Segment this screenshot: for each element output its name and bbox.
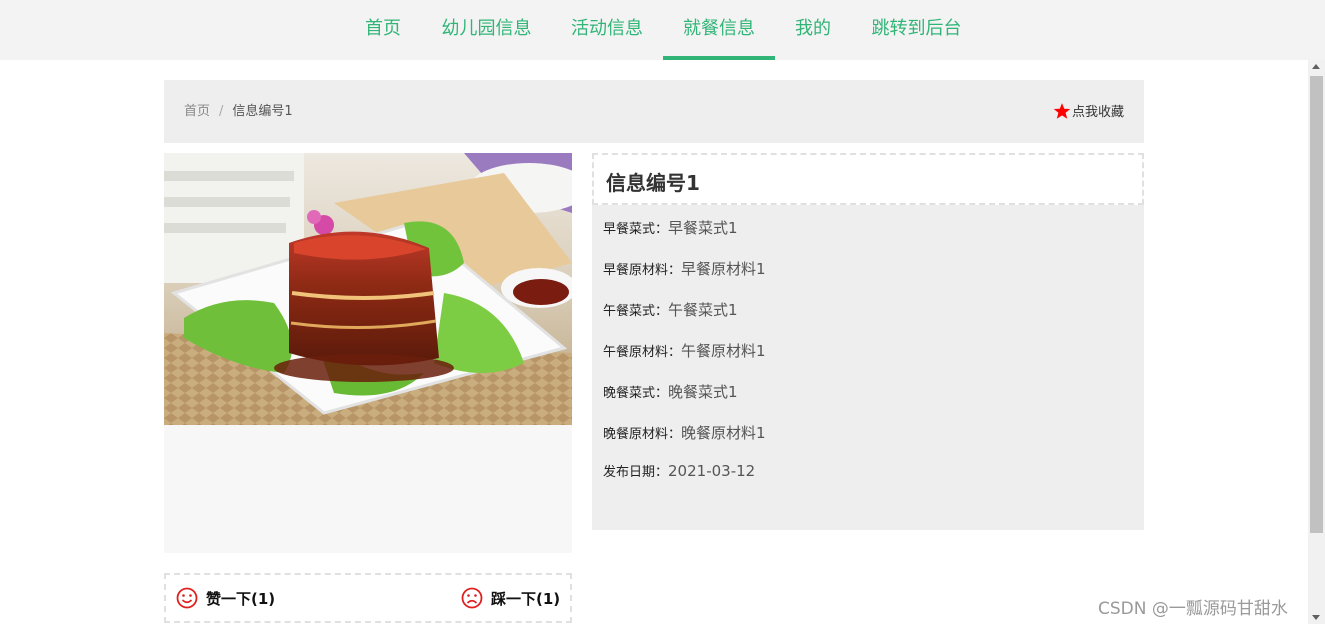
field-row: 早餐原材料：早餐原材料1 xyxy=(603,258,766,279)
field-row: 早餐菜式：早餐菜式1 xyxy=(603,217,738,238)
vertical-scrollbar[interactable] xyxy=(1308,60,1325,624)
field-row: 晚餐原材料：晚餐原材料1 xyxy=(603,422,766,443)
like-button[interactable]: 赞一下(1) xyxy=(176,587,275,611)
nav-item-dining-info[interactable]: 就餐信息 xyxy=(663,0,775,60)
field-row: 发布日期：2021-03-12 xyxy=(603,461,755,480)
field-label: 晚餐原材料： xyxy=(603,427,682,442)
detail-panel: 信息编号1 早餐菜式：早餐菜式1 早餐原材料：早餐原材料1 午餐菜式：午餐菜式1… xyxy=(592,153,1144,530)
field-row: 午餐菜式：午餐菜式1 xyxy=(603,299,738,320)
dislike-label: 踩一下(1) xyxy=(491,590,561,608)
field-value: 晚餐原材料1 xyxy=(681,424,766,442)
field-value: 午餐原材料1 xyxy=(681,342,766,360)
smile-icon xyxy=(176,587,198,609)
frown-icon xyxy=(461,587,483,609)
favorite-label: 点我收藏 xyxy=(1071,105,1124,120)
watermark: CSDN @一瓢源码甘甜水 xyxy=(1098,599,1288,619)
like-label: 赞一下(1) xyxy=(206,590,276,608)
scroll-down-arrow-icon[interactable] xyxy=(1312,615,1320,620)
scroll-up-arrow-icon[interactable] xyxy=(1312,64,1320,69)
field-label: 午餐原材料： xyxy=(603,345,682,360)
field-value: 2021-03-12 xyxy=(668,462,756,480)
title-box: 信息编号1 xyxy=(592,153,1144,205)
nav-item-mine[interactable]: 我的 xyxy=(794,0,832,60)
image-panel xyxy=(164,153,572,553)
page-title: 信息编号1 xyxy=(606,171,700,195)
field-label: 晚餐菜式： xyxy=(603,386,669,401)
nav-item-activity-info[interactable]: 活动信息 xyxy=(570,0,644,60)
breadcrumb-current: 信息编号1 xyxy=(232,104,293,119)
breadcrumb-home-link[interactable]: 首页 xyxy=(184,104,210,119)
breadcrumb-bar: 首页 / 信息编号1 点我收藏 xyxy=(164,80,1144,143)
field-value: 早餐菜式1 xyxy=(668,219,738,237)
field-value: 午餐菜式1 xyxy=(668,301,738,319)
field-label: 早餐原材料： xyxy=(603,263,682,278)
dislike-button[interactable]: 踩一下(1) xyxy=(461,587,560,611)
star-icon xyxy=(1053,103,1071,119)
field-label: 早餐菜式： xyxy=(603,222,669,237)
nav-item-kindergarten-info[interactable]: 幼儿园信息 xyxy=(441,0,532,60)
top-nav: 首页 幼儿园信息 活动信息 就餐信息 我的 跳转到后台 xyxy=(0,0,1325,60)
nav-item-home[interactable]: 首页 xyxy=(364,0,402,60)
breadcrumb: 首页 / 信息编号1 xyxy=(184,80,293,143)
dish-photo xyxy=(164,153,572,425)
field-value: 早餐原材料1 xyxy=(681,260,766,278)
field-row: 晚餐菜式：晚餐菜式1 xyxy=(603,381,738,402)
field-label: 发布日期： xyxy=(603,465,669,480)
field-value: 晚餐菜式1 xyxy=(668,383,738,401)
field-row: 午餐原材料：午餐原材料1 xyxy=(603,340,766,361)
vote-bar: 赞一下(1) 踩一下(1) xyxy=(164,573,572,623)
nav-item-admin[interactable]: 跳转到后台 xyxy=(871,0,962,60)
breadcrumb-separator: / xyxy=(219,104,224,119)
field-label: 午餐菜式： xyxy=(603,304,669,319)
favorite-button[interactable]: 点我收藏 xyxy=(1053,100,1124,124)
scroll-thumb[interactable] xyxy=(1310,76,1323,533)
